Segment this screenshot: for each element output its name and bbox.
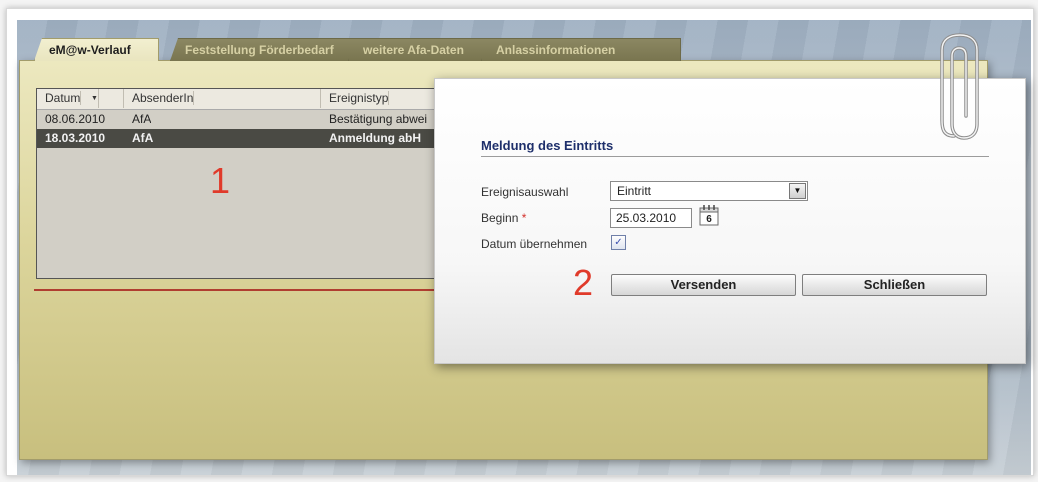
column-label: Ereignistyp xyxy=(329,91,390,105)
beginn-value: 25.03.2010 xyxy=(616,211,677,225)
paperclip-icon xyxy=(940,32,996,151)
cell-absender: AfA xyxy=(132,112,152,126)
tab-weitere-afa-daten[interactable]: weitere Afa-Daten xyxy=(348,38,503,61)
dialog-title: Meldung des Eintritts xyxy=(481,138,614,153)
annotation-marker-2: 2 xyxy=(573,262,594,303)
ereignisauswahl-label: Ereignisauswahl xyxy=(481,185,569,199)
verlauf-table: Datum ▼ AbsenderIn Ereignistyp 08.06.201… xyxy=(36,88,451,279)
tab-label: eM@w-Verlauf xyxy=(49,43,131,57)
tab-label: Anlassinformationen xyxy=(496,43,616,57)
required-asterisk: * xyxy=(521,211,527,225)
tab-emaw-verlauf[interactable]: eM@w-Verlauf xyxy=(34,38,159,61)
datum-uebernehmen-checkbox[interactable]: ✓ xyxy=(611,235,626,250)
schliessen-button[interactable]: Schließen xyxy=(802,274,987,296)
beginn-date-input[interactable]: 25.03.2010 xyxy=(610,208,692,228)
table-row[interactable]: 08.06.2010 AfA Bestätigung abwei xyxy=(37,110,450,129)
dialog-title-divider xyxy=(481,156,989,157)
calendar-icon[interactable]: 6 xyxy=(699,204,719,226)
column-header-absender[interactable]: AbsenderIn xyxy=(124,89,321,108)
cell-datum: 08.06.2010 xyxy=(45,112,106,126)
chevron-down-icon[interactable]: ▼ xyxy=(789,183,806,199)
tab-feststellung-foerderbedarf[interactable]: Feststellung Förderbedarf xyxy=(170,38,370,61)
table-header: Datum ▼ AbsenderIn Ereignistyp xyxy=(37,89,450,110)
calendar-day: 6 xyxy=(706,214,712,225)
table-row-selected[interactable]: 18.03.2010 AfA Anmeldung abH xyxy=(37,129,450,148)
tab-label: Feststellung Förderbedarf xyxy=(185,43,334,57)
column-header-datum[interactable]: Datum xyxy=(37,89,124,108)
versenden-button[interactable]: Versenden xyxy=(611,274,796,296)
tab-anlassinformationen[interactable]: Anlassinformationen xyxy=(481,38,681,61)
column-label: Datum xyxy=(45,91,82,105)
annotation-marker-1: 1 xyxy=(210,160,231,201)
beginn-label: Beginn * xyxy=(481,211,526,225)
tab-label: weitere Afa-Daten xyxy=(363,43,464,57)
cell-datum: 18.03.2010 xyxy=(45,131,106,145)
beginn-label-text: Beginn xyxy=(481,211,519,225)
cell-ereignistyp: Anmeldung abH xyxy=(329,131,421,145)
meldung-dialog: Meldung des Eintritts Ereignisauswahl Ei… xyxy=(434,78,1026,364)
column-label: AbsenderIn xyxy=(132,91,195,105)
cell-absender: AfA xyxy=(132,131,154,145)
datum-uebernehmen-label: Datum übernehmen xyxy=(481,237,588,251)
ereignisauswahl-select[interactable]: Eintritt ▼ xyxy=(610,181,808,201)
sort-arrow-icon: ▼ xyxy=(83,89,99,108)
select-value: Eintritt xyxy=(617,184,652,198)
cell-ereignistyp: Bestätigung abwei xyxy=(329,112,428,126)
